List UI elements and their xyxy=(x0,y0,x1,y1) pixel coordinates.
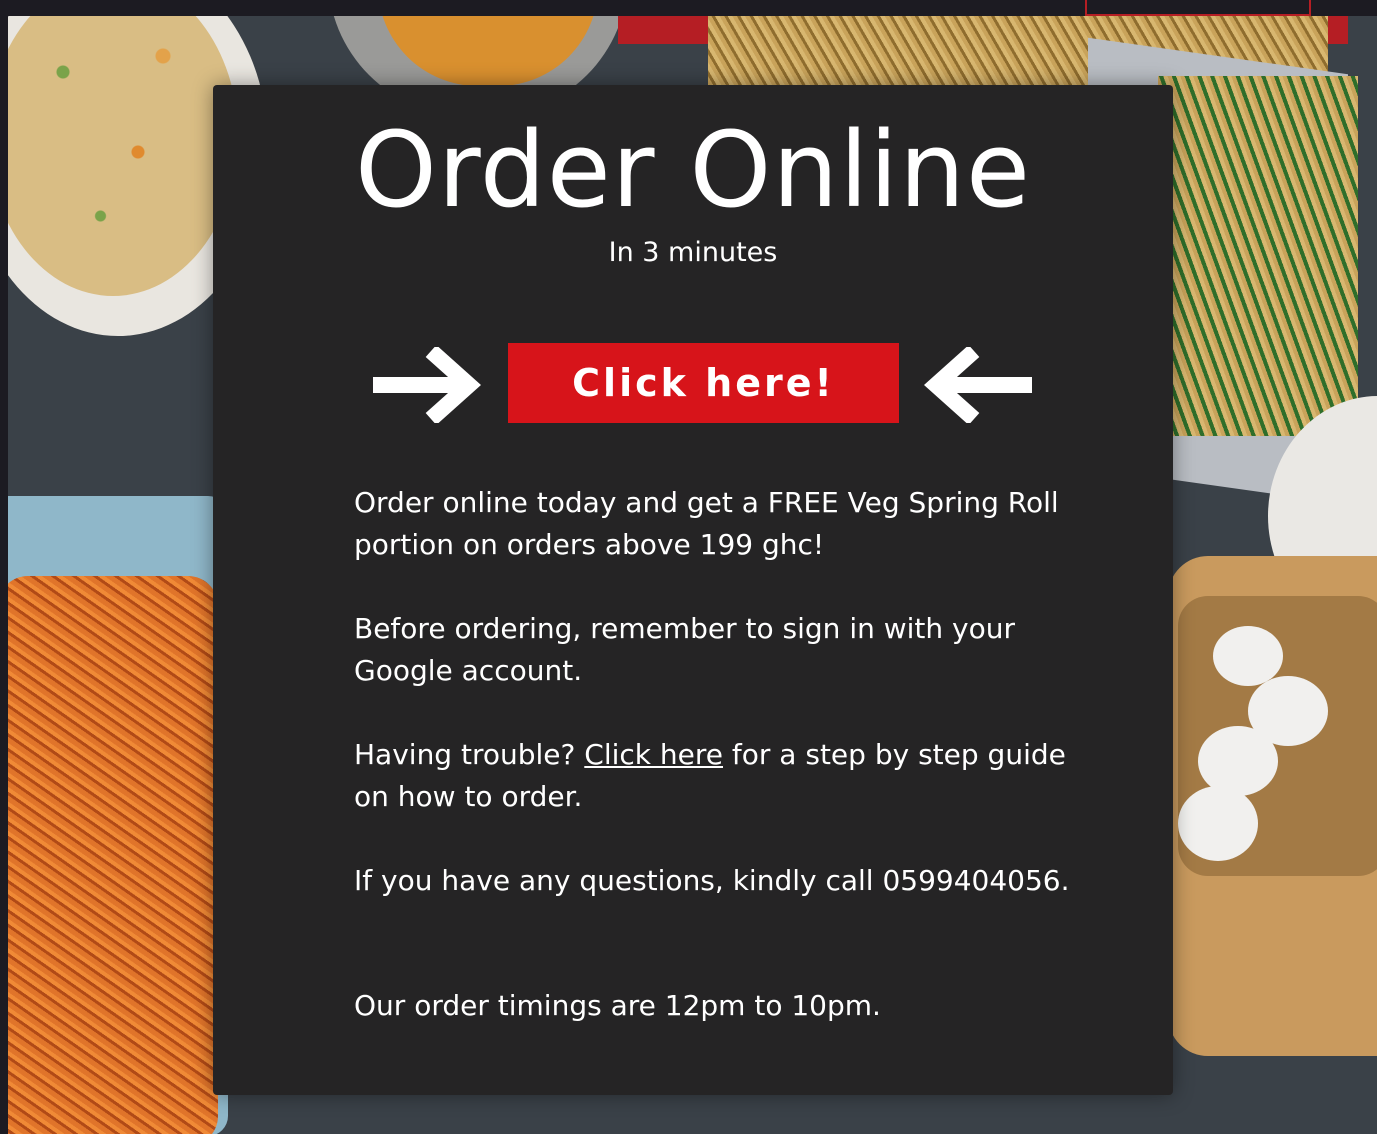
dumpling-image xyxy=(1213,626,1283,686)
page-title: Order Online xyxy=(354,109,1032,231)
page-subtitle: In 3 minutes xyxy=(608,237,778,268)
questions-text: If you have any questions, kindly call 0… xyxy=(354,864,1070,897)
title-wrap: Order Online xyxy=(213,110,1173,230)
dumpling-image xyxy=(1178,786,1258,861)
guide-link[interactable]: Click here xyxy=(584,738,723,771)
top-right-outline xyxy=(1085,0,1311,16)
signin-text: Before ordering, remember to sign in wit… xyxy=(354,612,1016,687)
noodles-right-image xyxy=(1158,76,1358,436)
timings-text: Our order timings are 12pm to 10pm. xyxy=(354,989,881,1022)
arrow-right-icon xyxy=(373,347,481,423)
trouble-text-before: Having trouble? xyxy=(354,738,576,771)
hakka-noodles-image xyxy=(8,576,218,1134)
trouble-text: Having trouble? Click here for a step by… xyxy=(354,734,1074,818)
click-here-button[interactable]: Click here! xyxy=(508,343,899,423)
dumpling-image xyxy=(1198,726,1278,796)
order-online-card: Order Online In 3 minutes Click here! Or… xyxy=(213,85,1173,1095)
arrow-left-icon xyxy=(924,347,1032,423)
offer-text: Order online today and get a FREE Veg Sp… xyxy=(354,486,1059,561)
